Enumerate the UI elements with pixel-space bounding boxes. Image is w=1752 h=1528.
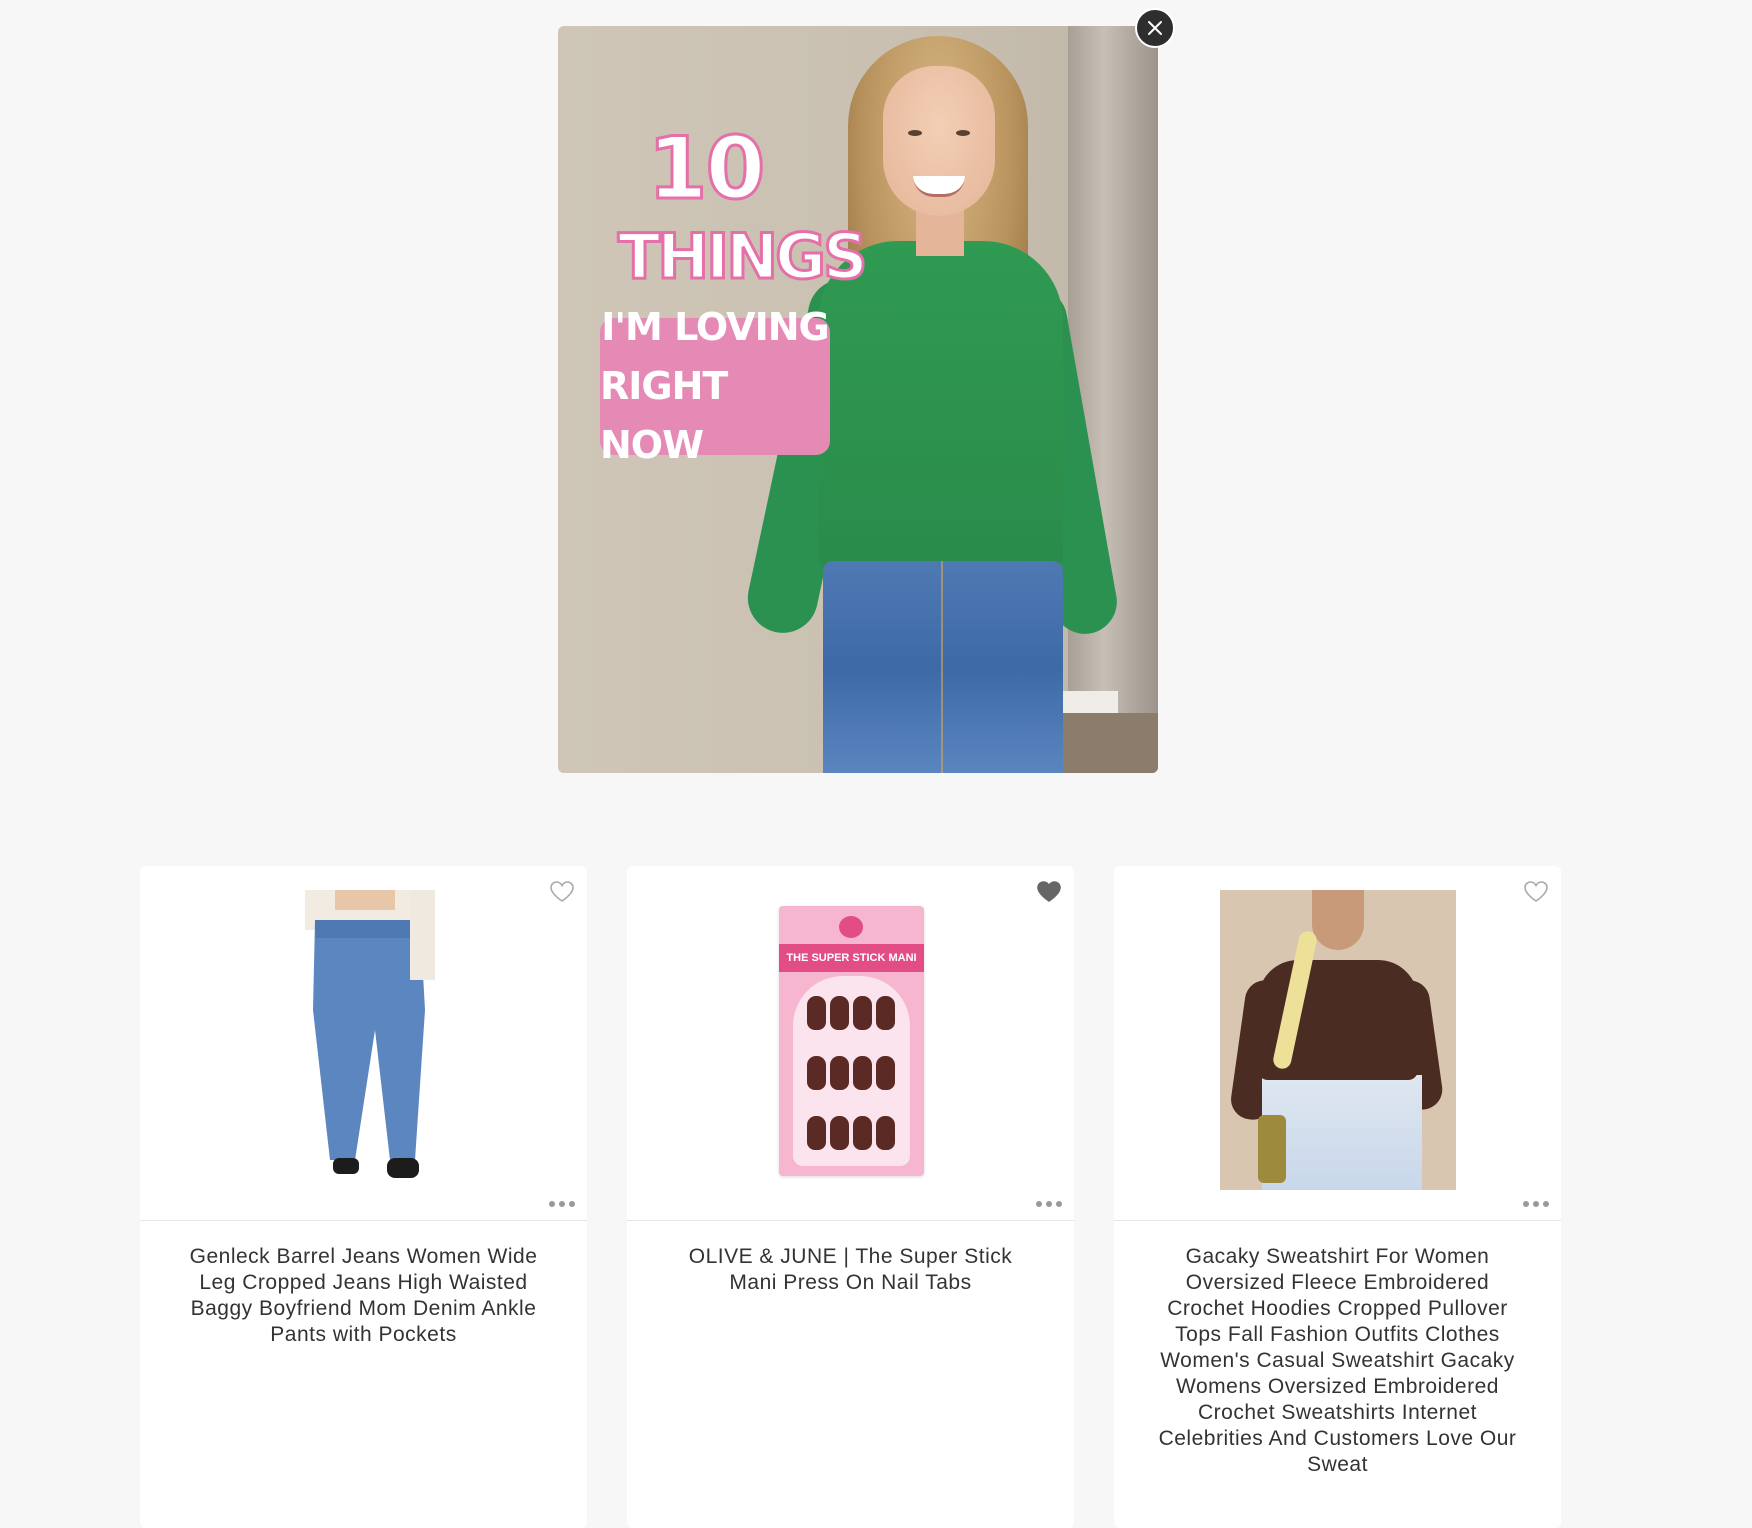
- overlay-number: 10: [646, 119, 767, 219]
- close-icon: [1148, 21, 1162, 35]
- nails-pack-label: THE SUPER STICK MANI: [779, 944, 924, 972]
- product-card[interactable]: Gacaky Sweatshirt For Women Oversized Fl…: [1114, 866, 1561, 1528]
- person-jeans: [823, 561, 1063, 773]
- product-title[interactable]: OLIVE & JUNE | The Super Stick Mani Pres…: [663, 1244, 1038, 1296]
- overlay-line-1: I'M LOVING: [601, 305, 829, 350]
- nails-logo: [839, 916, 863, 938]
- close-button[interactable]: [1135, 8, 1175, 48]
- hero-image: 10 THINGS I'M LOVING RIGHT NOW: [558, 26, 1158, 773]
- product-image-area[interactable]: [140, 866, 587, 1221]
- person-eye-left: [908, 130, 922, 136]
- model-skirt: [1262, 1075, 1422, 1190]
- person-eye-right: [956, 130, 970, 136]
- hero-person: [741, 26, 1122, 773]
- heart-icon[interactable]: [1523, 880, 1549, 904]
- heart-icon[interactable]: [1036, 880, 1062, 904]
- overlay-line-2: RIGHT NOW: [600, 364, 728, 467]
- product-image-jeans: [305, 890, 435, 1178]
- product-image-area[interactable]: [1114, 866, 1561, 1221]
- page: 10 THINGS I'M LOVING RIGHT NOW Genleck B…: [0, 0, 1752, 1528]
- overlay-word: THINGS: [617, 220, 870, 293]
- more-options-icon[interactable]: [1523, 1200, 1549, 1208]
- model-head: [1312, 890, 1364, 950]
- jeans-seam: [941, 561, 943, 773]
- product-card[interactable]: THE SUPER STICK MANI OLIVE & JUNE | The …: [627, 866, 1074, 1528]
- nails-tray: [793, 976, 910, 1166]
- product-image-sweatshirt: [1220, 890, 1456, 1190]
- product-image-area[interactable]: THE SUPER STICK MANI: [627, 866, 1074, 1221]
- more-options-icon[interactable]: [1036, 1200, 1062, 1208]
- product-title[interactable]: Genleck Barrel Jeans Women Wide Leg Crop…: [176, 1244, 551, 1348]
- overlay-pink-box: I'M LOVING RIGHT NOW: [600, 305, 830, 467]
- product-image-nails: THE SUPER STICK MANI: [779, 906, 924, 1176]
- product-title[interactable]: Gacaky Sweatshirt For Women Oversized Fl…: [1150, 1244, 1525, 1478]
- heart-icon[interactable]: [549, 880, 575, 904]
- water-bottle: [1258, 1115, 1286, 1183]
- product-card[interactable]: Genleck Barrel Jeans Women Wide Leg Crop…: [140, 866, 587, 1528]
- more-options-icon[interactable]: [549, 1200, 575, 1208]
